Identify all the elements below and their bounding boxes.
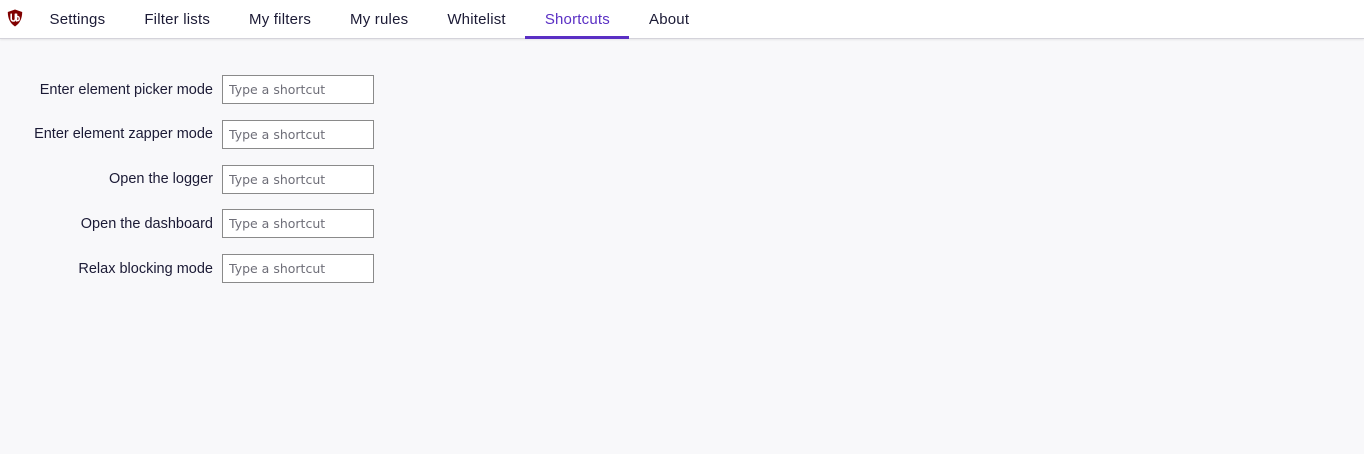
- shortcut-label: Enter element zapper mode: [34, 126, 213, 143]
- shortcut-row-dashboard: Open the dashboard: [0, 209, 374, 239]
- shortcut-label: Relax blocking mode: [78, 260, 213, 277]
- tab-my-filters[interactable]: My filters: [230, 0, 331, 38]
- shortcut-row-logger: Open the logger: [0, 164, 374, 194]
- shortcut-row-relax: Relax blocking mode: [0, 254, 374, 284]
- tab-settings[interactable]: Settings: [30, 0, 125, 38]
- tab-filter-lists[interactable]: Filter lists: [125, 0, 230, 38]
- relax-blocking-shortcut-input[interactable]: [222, 254, 374, 284]
- tab-shortcuts[interactable]: Shortcuts: [525, 0, 630, 39]
- shortcut-label: Enter element picker mode: [39, 81, 213, 98]
- shortcut-row-picker: Enter element picker mode: [0, 75, 374, 104]
- element-picker-shortcut-input[interactable]: [222, 75, 374, 104]
- dashboard-navbar: Settings Filter lists My filters My rule…: [0, 0, 1364, 39]
- tab-my-rules[interactable]: My rules: [331, 0, 428, 38]
- tab-whitelist[interactable]: Whitelist: [428, 0, 525, 38]
- dashboard-shortcut-input[interactable]: [222, 209, 374, 239]
- shortcut-label: Open the logger: [109, 171, 213, 188]
- ublock-origin-shield-icon: [0, 0, 30, 38]
- shortcut-row-zapper: Enter element zapper mode: [0, 119, 374, 149]
- shortcuts-form: Enter element picker mode Enter element …: [0, 75, 374, 299]
- element-zapper-shortcut-input[interactable]: [222, 119, 374, 149]
- tab-about[interactable]: About: [629, 0, 708, 38]
- logger-shortcut-input[interactable]: [222, 164, 374, 194]
- shortcut-label: Open the dashboard: [80, 215, 213, 232]
